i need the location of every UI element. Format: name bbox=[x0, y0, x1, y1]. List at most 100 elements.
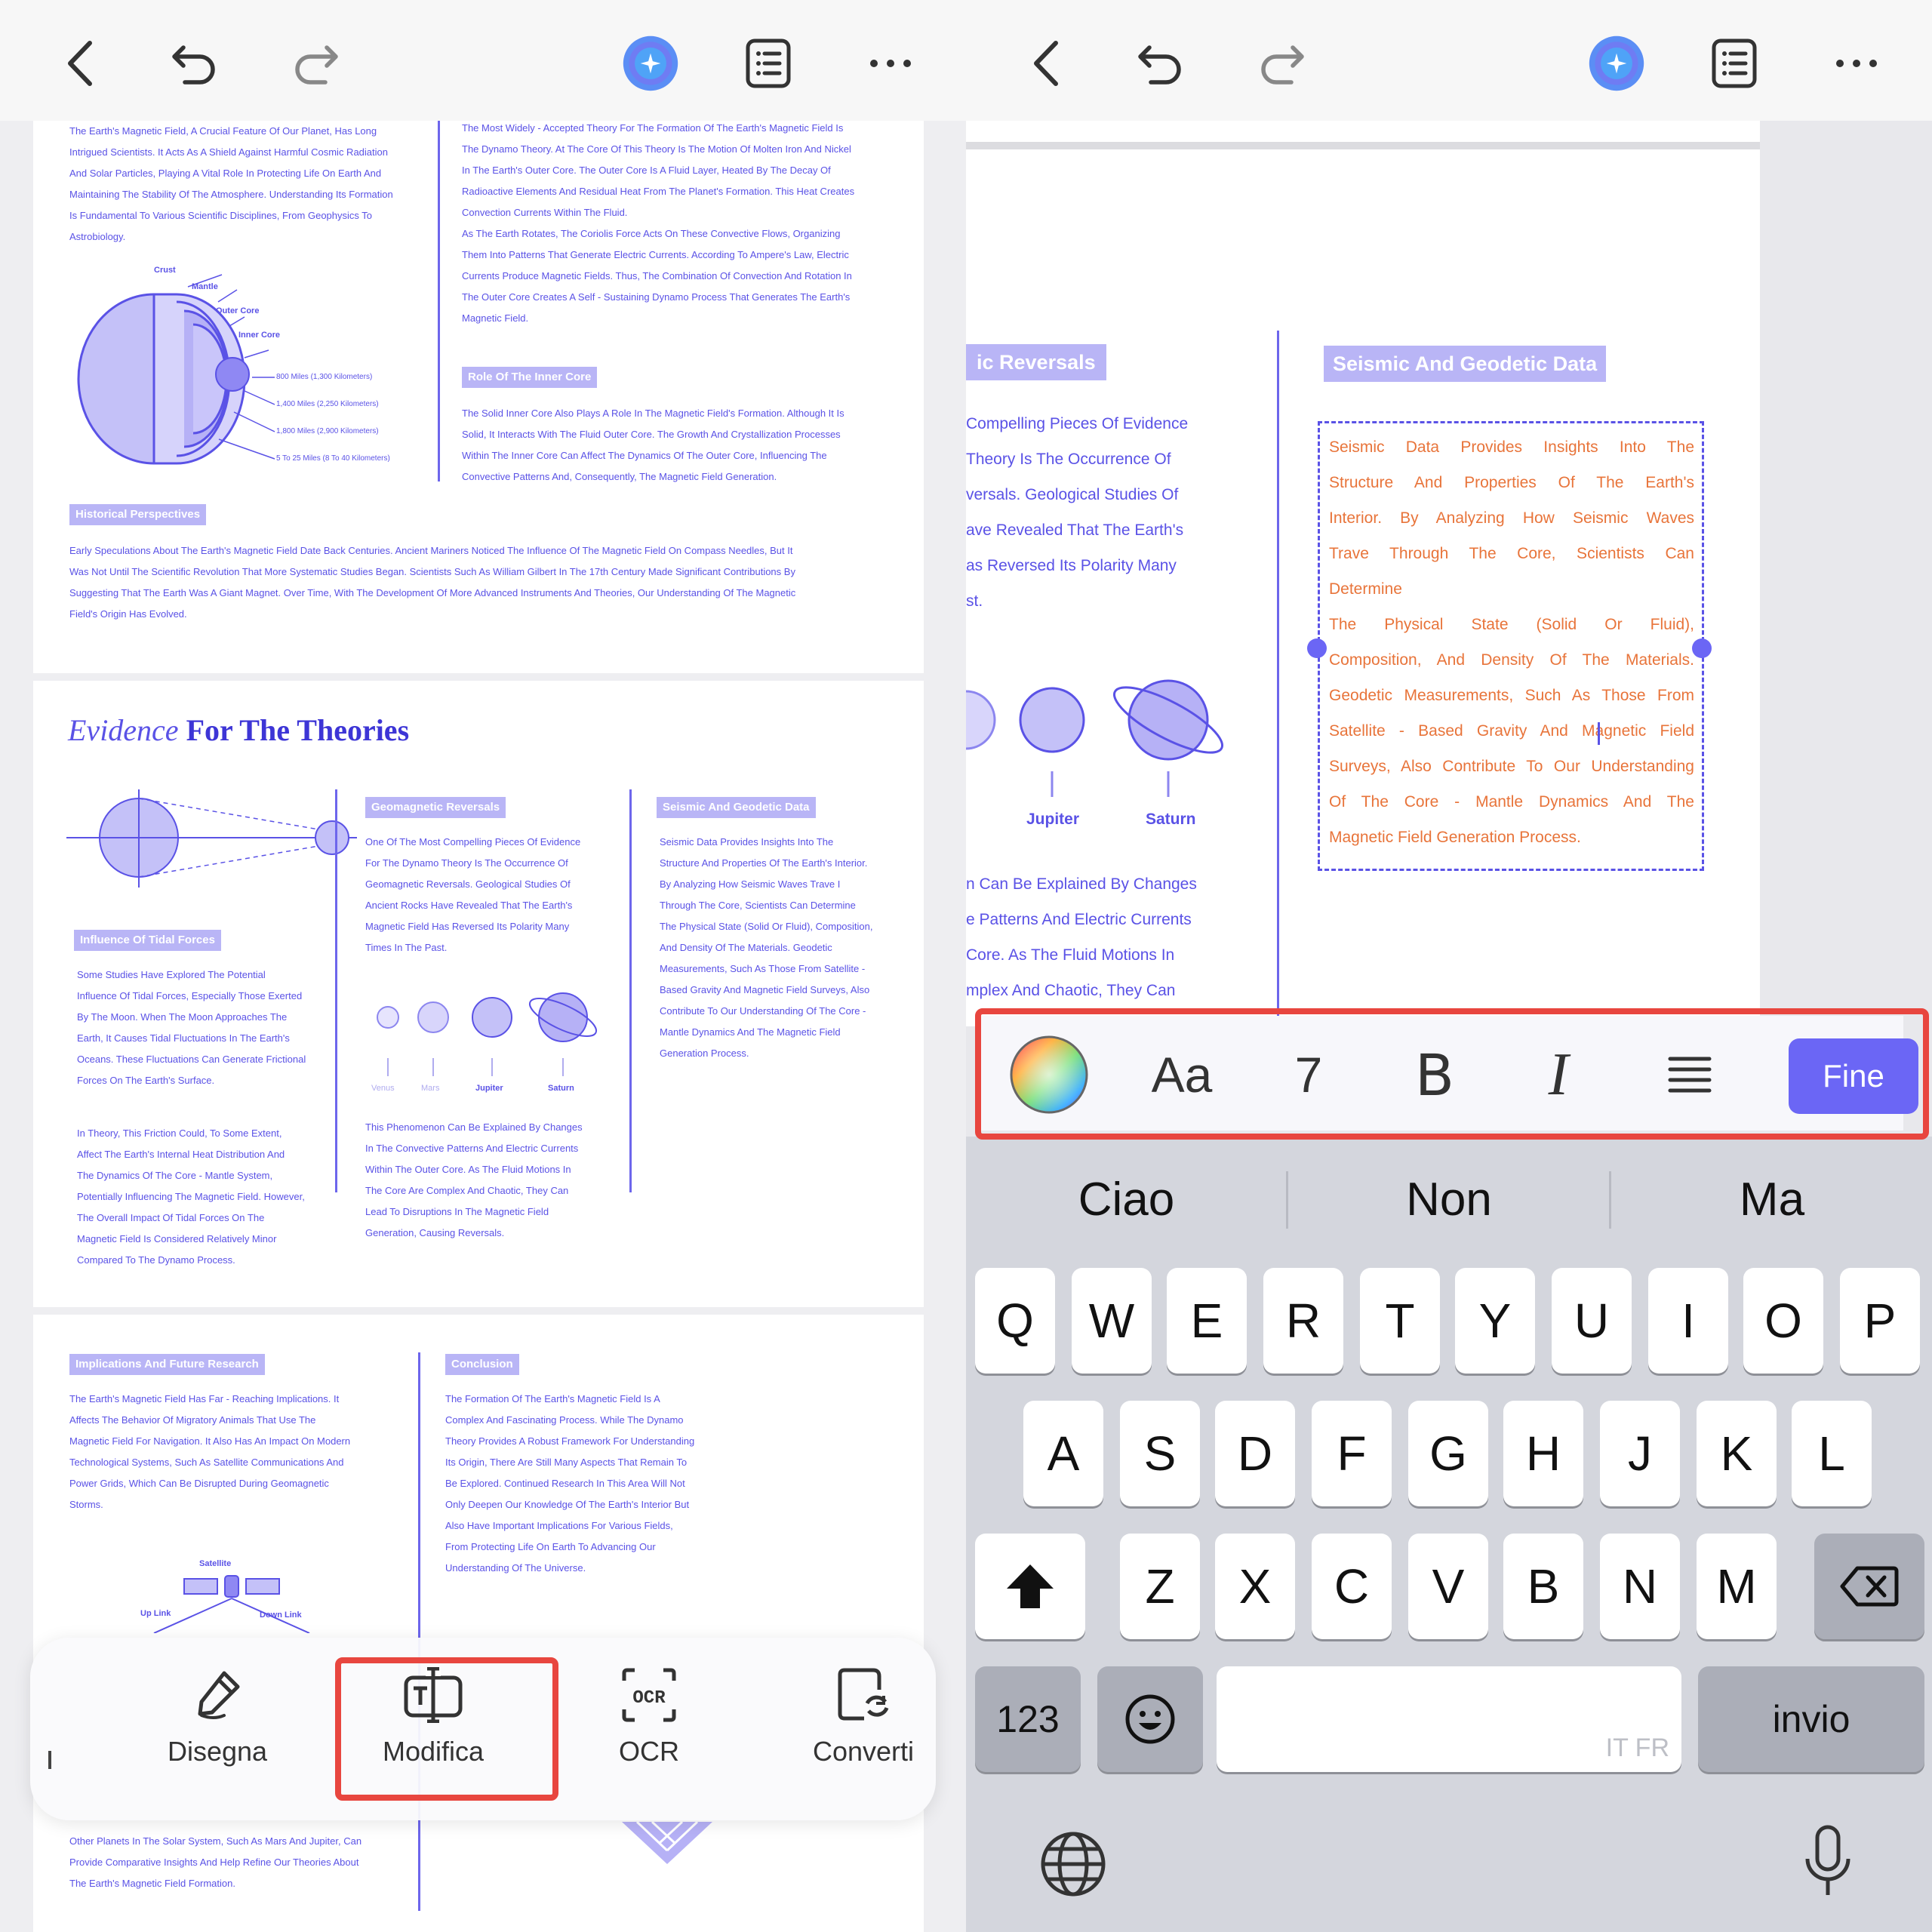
key-g[interactable]: G bbox=[1408, 1401, 1488, 1506]
key-w[interactable]: W bbox=[1072, 1268, 1152, 1374]
column-divider bbox=[629, 789, 632, 1192]
key-v[interactable]: V bbox=[1408, 1534, 1488, 1639]
suggestion-3[interactable]: Ma bbox=[1612, 1162, 1932, 1238]
ai-assistant-icon bbox=[623, 35, 678, 91]
key-t[interactable]: T bbox=[1360, 1268, 1440, 1374]
pdf-page-zoomed[interactable]: ic Reversals Compelling Pieces Of Eviden… bbox=[966, 121, 1760, 1026]
key-m[interactable]: M bbox=[1697, 1534, 1777, 1639]
text-line: In The Convective Patterns And Electric … bbox=[365, 1143, 579, 1154]
text-line: The Overall Impact Of Tidal Forces On Th… bbox=[77, 1212, 265, 1223]
text-line: And Density Of The Materials. Geodetic bbox=[660, 942, 832, 953]
text-line: Power Grids, Which Can Be Disrupted Duri… bbox=[69, 1478, 329, 1489]
key-p[interactable]: P bbox=[1840, 1268, 1920, 1374]
planet-label: Jupiter bbox=[475, 1084, 503, 1093]
key-f[interactable]: F bbox=[1312, 1401, 1392, 1506]
chevron-left-icon bbox=[68, 41, 92, 86]
text-line: The Dynamics Of The Core - Mantle System… bbox=[77, 1170, 273, 1181]
key-i[interactable]: I bbox=[1648, 1268, 1728, 1374]
text-line: Determine bbox=[1329, 580, 1402, 598]
suggestion-1[interactable]: Ciao bbox=[966, 1162, 1287, 1238]
undo-icon bbox=[172, 45, 215, 85]
key-o[interactable]: O bbox=[1743, 1268, 1823, 1374]
undo-button[interactable] bbox=[1131, 33, 1191, 94]
ai-assistant-button[interactable] bbox=[1586, 33, 1647, 94]
key-r[interactable]: R bbox=[1263, 1268, 1343, 1374]
label-distance: 5 To 25 Miles (8 To 40 Kilometers) bbox=[276, 454, 390, 463]
key-d[interactable]: D bbox=[1215, 1401, 1295, 1506]
space-key[interactable]: IT FR bbox=[1217, 1666, 1681, 1772]
text-line: For The Dynamo Theory Is The Occurrence … bbox=[365, 857, 568, 869]
key-a[interactable]: A bbox=[1023, 1401, 1103, 1506]
key-s[interactable]: S bbox=[1120, 1401, 1200, 1506]
redo-icon bbox=[295, 45, 338, 85]
right-screen: ic Reversals Compelling Pieces Of Eviden… bbox=[966, 0, 1932, 1932]
return-key[interactable]: invio bbox=[1698, 1666, 1924, 1772]
suggestion-2[interactable]: Non bbox=[1289, 1162, 1609, 1238]
more-button[interactable] bbox=[860, 33, 921, 94]
tool-convert[interactable]: Converti bbox=[773, 1665, 954, 1767]
key-h[interactable]: H bbox=[1503, 1401, 1583, 1506]
suggestion-divider bbox=[1609, 1171, 1611, 1229]
key-j[interactable]: J bbox=[1600, 1401, 1680, 1506]
resize-handle-right[interactable] bbox=[1692, 638, 1712, 658]
more-button[interactable] bbox=[1826, 33, 1887, 94]
text-line: n Can Be Explained By Changes bbox=[966, 875, 1197, 893]
text-line: Geomagnetic Reversals. Geological Studie… bbox=[365, 878, 571, 890]
tool-draw[interactable]: Disegna bbox=[127, 1665, 308, 1767]
key-l[interactable]: L bbox=[1792, 1401, 1872, 1506]
text-line: as Reversed Its Polarity Many bbox=[966, 557, 1177, 574]
key-z[interactable]: Z bbox=[1120, 1534, 1200, 1639]
pdf-page-2[interactable]: Evidence For The Theories Influence Of T… bbox=[33, 681, 924, 1307]
selected-text[interactable]: Seismic Data Provides Insights Into The … bbox=[1329, 429, 1694, 855]
outline-button[interactable] bbox=[1704, 33, 1764, 94]
tool-ocr[interactable]: OCR OCR bbox=[558, 1665, 740, 1767]
text-line: Other Planets In The Solar System, Such … bbox=[69, 1835, 362, 1847]
text-line: st. bbox=[966, 592, 983, 610]
text-line: Within The Outer Core. As The Fluid Moti… bbox=[365, 1164, 571, 1175]
key-c[interactable]: C bbox=[1312, 1534, 1392, 1639]
redo-button[interactable] bbox=[1251, 33, 1312, 94]
inner-core-text: The Solid Inner Core Also Plays A Role I… bbox=[462, 403, 915, 488]
text-line: Interior. By Analyzing How Seismic Waves bbox=[1329, 509, 1694, 527]
text-line: Was Not Until The Scientific Revolution … bbox=[69, 566, 795, 577]
pdf-page-3[interactable]: Implications And Future Research The Ear… bbox=[33, 1315, 924, 1932]
key-y[interactable]: Y bbox=[1455, 1268, 1535, 1374]
microphone-icon bbox=[1805, 1825, 1850, 1895]
microphone-button[interactable] bbox=[1790, 1820, 1866, 1903]
text-line: Technological Systems, Such As Satellite… bbox=[69, 1457, 344, 1468]
text-line: One Of The Most Compelling Pieces Of Evi… bbox=[365, 836, 581, 848]
key-b[interactable]: B bbox=[1503, 1534, 1583, 1639]
text-line: Influence Of Tidal Forces, Especially Th… bbox=[77, 990, 303, 1001]
text-line: Some Studies Have Explored The Potential bbox=[77, 969, 266, 980]
outline-button[interactable] bbox=[738, 33, 798, 94]
pen-icon bbox=[198, 1671, 240, 1719]
numbers-key[interactable]: 123 bbox=[975, 1666, 1081, 1772]
pdf-page-1[interactable]: The Earth's Magnetic Field, A Crucial Fe… bbox=[33, 121, 924, 673]
text-edit-box[interactable]: Seismic Data Provides Insights Into The … bbox=[1318, 421, 1704, 871]
space-language-hint: IT FR bbox=[1605, 1734, 1669, 1762]
key-q[interactable]: Q bbox=[975, 1268, 1055, 1374]
ai-assistant-button[interactable] bbox=[620, 33, 681, 94]
back-button[interactable] bbox=[50, 33, 110, 94]
key-k[interactable]: K bbox=[1697, 1401, 1777, 1506]
planet-label: Jupiter bbox=[1026, 811, 1080, 828]
redo-button[interactable] bbox=[285, 33, 346, 94]
globe-button[interactable] bbox=[1035, 1826, 1111, 1902]
text-line: Composition, And Density Of The Material… bbox=[1329, 651, 1694, 669]
emoji-key[interactable] bbox=[1097, 1666, 1203, 1772]
resize-handle-left[interactable] bbox=[1307, 638, 1327, 658]
text-line: Core. As The Fluid Motions In bbox=[966, 946, 1175, 964]
text-line: Magnetic Field. bbox=[462, 312, 529, 324]
key-x[interactable]: X bbox=[1215, 1534, 1295, 1639]
shift-key[interactable] bbox=[975, 1534, 1085, 1639]
text-line: The Physical State (Solid Or Fluid), Com… bbox=[660, 921, 873, 932]
undo-button[interactable] bbox=[165, 33, 225, 94]
text-line: Forces On The Earth's Surface. bbox=[77, 1075, 215, 1086]
key-u[interactable]: U bbox=[1552, 1268, 1632, 1374]
key-n[interactable]: N bbox=[1600, 1534, 1680, 1639]
back-button[interactable] bbox=[1016, 33, 1076, 94]
backspace-key[interactable] bbox=[1814, 1534, 1924, 1639]
key-e[interactable]: E bbox=[1167, 1268, 1247, 1374]
text-line: And Solar Particles, Playing A Vital Rol… bbox=[69, 168, 382, 179]
ocr-icon: OCR bbox=[622, 1668, 676, 1722]
